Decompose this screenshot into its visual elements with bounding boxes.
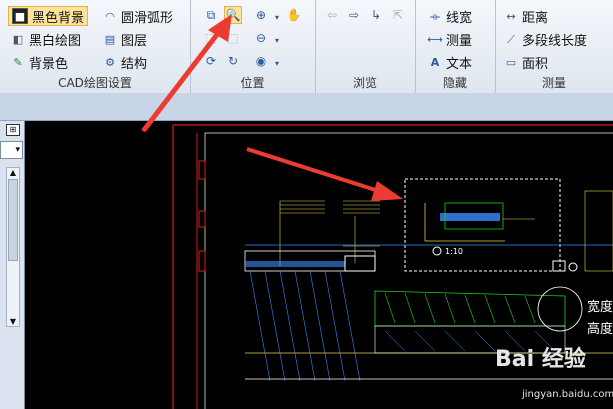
detail-callout-box — [404, 178, 561, 272]
group-browse: ⇦ ⇨ ↳ ⇱ 浏览 — [315, 0, 416, 93]
black-background-button[interactable]: ■ 黑色背景 — [8, 6, 89, 26]
layers-icon: ▤ — [104, 32, 116, 46]
area-label: 面积 — [522, 56, 549, 72]
black-background-label: 黑色背景 — [32, 10, 85, 26]
panel-dropdown[interactable]: ▾ — [0, 141, 23, 159]
group-label-browse: 浏览 — [352, 76, 377, 90]
structure-icon: ⚙ — [105, 55, 115, 69]
globe-dropdown-icon[interactable]: ▾ — [268, 54, 286, 72]
line-width-label: 线宽 — [446, 10, 473, 26]
forward-arrow-icon[interactable]: ⇨ — [345, 6, 363, 24]
grass-hatch — [384, 292, 536, 324]
annotation-group-left — [279, 200, 325, 266]
text-toggle-label: 文本 — [446, 56, 473, 72]
wall-hatch — [249, 270, 361, 382]
red-annotation-arrow-top — [142, 14, 232, 132]
polyline-length-label: 多段线长度 — [522, 33, 588, 49]
baidu-watermark-url: jingyan.baidu.com — [522, 389, 613, 400]
scroll-down-icon[interactable]: ▼ — [7, 317, 19, 326]
text-icon: A — [430, 55, 440, 69]
detail-blue-band — [440, 213, 500, 221]
text-toggle-button[interactable]: A 文本 — [425, 52, 475, 72]
background-color-label: 背景色 — [29, 56, 69, 72]
polyline-length-icon: ⟋ — [507, 32, 515, 46]
detail-scale-label: 1:10 — [445, 247, 463, 256]
bw-drawing-button[interactable]: ◧ 黑白绘图 — [8, 29, 84, 49]
scroll-up-icon[interactable]: ▲ — [7, 168, 19, 177]
area-button[interactable]: ▭ 面积 — [501, 52, 551, 72]
panel-scrollbar[interactable]: ▲ ▼ — [6, 167, 20, 327]
wall-blue-fill — [245, 261, 345, 267]
distance-label: 距离 — [522, 10, 549, 26]
pipe-circle — [537, 286, 583, 332]
line-width-button[interactable]: ⟛ 线宽 — [425, 6, 475, 26]
red-arrow-to-detail — [246, 147, 403, 201]
pan-hand-icon[interactable]: ✋ — [285, 6, 303, 24]
baidu-watermark-logo: Bai 经验 — [495, 347, 586, 372]
black-bg-icon: ■ — [12, 8, 28, 24]
back-arrow-icon[interactable]: ⇦ — [323, 6, 341, 24]
pipe-box — [552, 260, 566, 272]
measure-icon: ⟷ — [427, 32, 443, 46]
group-measure: ↔ 距离 ⟋ 多段线长度 ▭ 面积 测量 — [495, 0, 613, 93]
width-side-label: 宽度 — [586, 300, 613, 315]
group-hide: ⟛ 线宽 ⟷ 测量 A 文本 隐藏 — [415, 0, 496, 93]
zoom-out-dropdown-icon[interactable]: ▾ — [268, 31, 286, 49]
scroll-thumb[interactable] — [8, 179, 18, 261]
title-strip-box-3 — [198, 250, 206, 272]
left-panel: ⊞ ▾ ▲ ▼ — [0, 121, 25, 409]
line-width-icon: ⟛ — [430, 9, 440, 23]
polyline-length-button[interactable]: ⟋ 多段线长度 — [501, 29, 590, 49]
detail-marker — [432, 246, 442, 256]
bg-color-icon: ✎ — [13, 55, 23, 69]
right-structure — [584, 190, 613, 272]
group-label-hide: 隐藏 — [442, 76, 467, 90]
pipe-small-circle — [568, 262, 578, 272]
panel-pin-icon[interactable]: ⊞ — [6, 124, 20, 136]
ribbon-toolbar: ■ 黑色背景 ◠ 圆滑弧形 ◧ 黑白绘图 ▤ 图层 ✎ 背景色 ⚙ 结构 CAD… — [0, 0, 613, 94]
group-label-measure: 测量 — [541, 76, 566, 90]
open-file-icon[interactable]: ↳ — [367, 6, 385, 24]
smooth-arc-icon: ◠ — [105, 9, 115, 23]
title-strip-box-1 — [198, 160, 206, 180]
measure-toggle-label: 测量 — [446, 33, 473, 49]
export-icon[interactable]: ⇱ — [389, 6, 407, 24]
area-icon: ▭ — [505, 55, 517, 69]
distance-button[interactable]: ↔ 距离 — [501, 6, 551, 26]
measure-toggle-button[interactable]: ⟷ 测量 — [425, 29, 475, 49]
annotation-group-middle — [343, 200, 380, 263]
title-strip-box-2 — [198, 210, 206, 228]
step-block — [344, 255, 376, 272]
distance-icon: ↔ — [506, 9, 516, 23]
bw-draw-icon: ◧ — [12, 32, 24, 46]
ribbon-bottom-strip — [0, 93, 613, 121]
bw-drawing-label: 黑白绘图 — [29, 33, 82, 49]
height-side-label: 高度 — [586, 322, 613, 337]
background-color-button[interactable]: ✎ 背景色 — [8, 52, 71, 72]
zoom-in-dropdown-icon[interactable]: ▾ — [268, 8, 286, 26]
